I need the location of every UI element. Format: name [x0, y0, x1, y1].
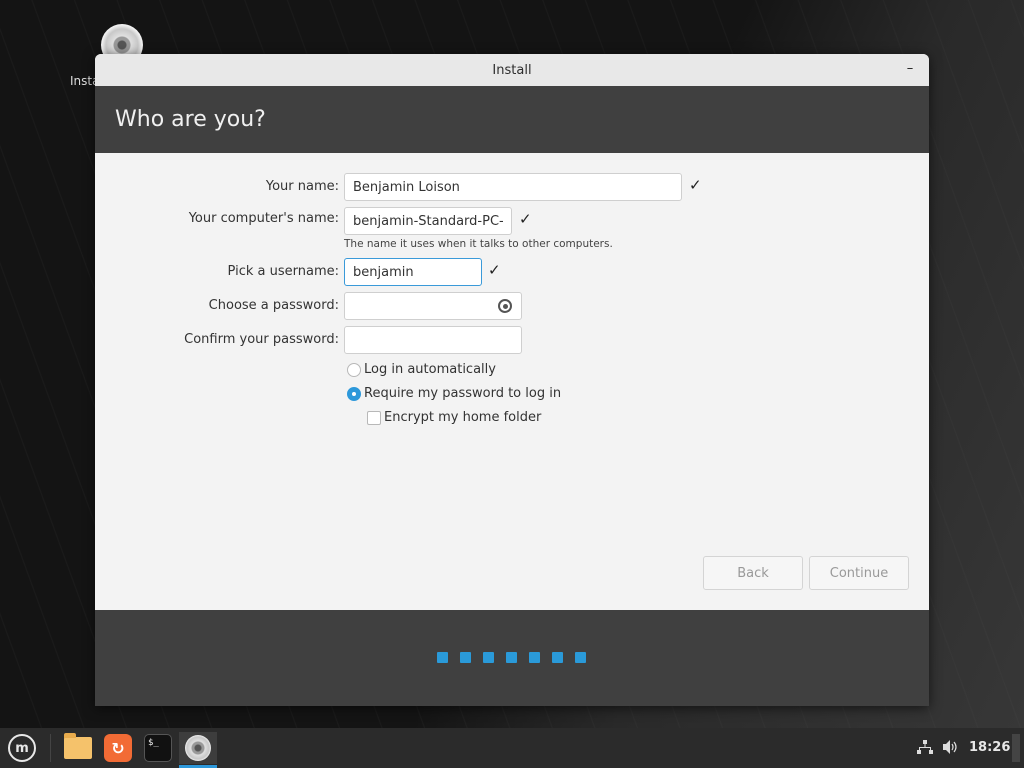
taskbar-app-terminal[interactable]: $_ — [140, 732, 176, 764]
progress-step-dot — [506, 652, 517, 663]
page-title: Who are you? — [115, 107, 266, 132]
your-name-label: Your name: — [265, 179, 339, 194]
computer-name-hint: The name it uses when it talks to other … — [344, 238, 613, 250]
install-window: Install – Who are you? Your name: ✓ Your… — [95, 54, 929, 706]
progress-step-dot — [552, 652, 563, 663]
linux-mint-menu-icon: m — [8, 734, 36, 762]
progress-step-dot — [437, 652, 448, 663]
login-auto-label[interactable]: Log in automatically — [364, 362, 496, 377]
computer-name-input[interactable] — [344, 207, 512, 235]
progress-footer — [95, 610, 929, 706]
progress-step-dot — [529, 652, 540, 663]
progress-step-dot — [575, 652, 586, 663]
username-valid-icon: ✓ — [488, 261, 501, 279]
window-titlebar[interactable]: Install – — [95, 54, 929, 86]
volume-icon[interactable] — [943, 740, 959, 758]
progress-step-dot — [460, 652, 471, 663]
window-title: Install — [492, 62, 532, 78]
computer-name-valid-icon: ✓ — [519, 210, 532, 228]
menu-button[interactable]: m — [4, 732, 40, 764]
continue-button[interactable]: Continue — [809, 556, 909, 590]
minimize-button[interactable]: – — [903, 62, 917, 76]
encrypt-home-checkbox[interactable] — [367, 411, 381, 425]
taskbar: m ↻ $_ 18:26 — [0, 728, 1024, 768]
taskbar-app-files[interactable] — [60, 732, 96, 764]
require-password-label[interactable]: Require my password to log in — [364, 386, 561, 401]
taskbar-app-install[interactable] — [179, 732, 217, 768]
taskbar-separator — [50, 734, 51, 762]
page-header: Who are you? — [95, 86, 929, 153]
clock[interactable]: 18:26 — [969, 740, 1010, 755]
confirm-password-label: Confirm your password: — [184, 332, 339, 347]
terminal-icon: $_ — [144, 734, 172, 762]
back-button[interactable]: Back — [703, 556, 803, 590]
computer-name-label: Your computer's name: — [188, 211, 339, 226]
require-password-radio[interactable] — [347, 387, 361, 401]
username-input[interactable] — [344, 258, 482, 286]
firefox-icon: ↻ — [104, 734, 132, 762]
user-form: Your name: ✓ Your computer's name: ✓ The… — [95, 153, 929, 610]
your-name-input[interactable] — [344, 173, 682, 201]
show-desktop-button[interactable] — [1012, 734, 1020, 762]
folder-icon — [64, 733, 92, 759]
encrypt-home-label[interactable]: Encrypt my home folder — [384, 410, 541, 425]
password-input[interactable] — [344, 292, 522, 320]
taskbar-app-firefox[interactable]: ↻ — [100, 732, 136, 764]
confirm-password-input[interactable] — [344, 326, 522, 354]
username-label: Pick a username: — [227, 264, 339, 279]
login-auto-radio[interactable] — [347, 363, 361, 377]
progress-step-dot — [483, 652, 494, 663]
your-name-valid-icon: ✓ — [689, 176, 702, 194]
network-icon[interactable] — [917, 740, 933, 758]
cd-icon — [185, 735, 211, 761]
eye-icon[interactable] — [498, 299, 512, 313]
password-label: Choose a password: — [208, 298, 339, 313]
